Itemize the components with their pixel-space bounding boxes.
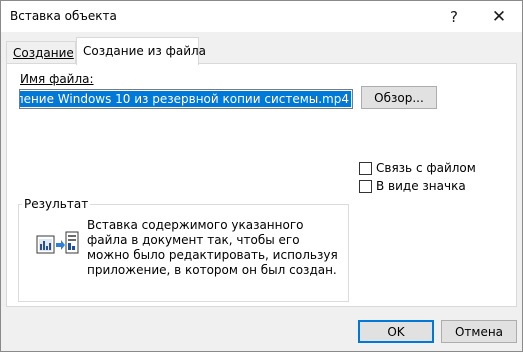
help-button[interactable]: ? (432, 1, 476, 32)
result-description: Вставка содержимого указанного файла в д… (87, 218, 338, 277)
link-to-file-checkbox[interactable] (359, 161, 372, 175)
cancel-button-label: Отмена (454, 324, 504, 339)
browse-button-label: Обзор... (374, 90, 424, 105)
display-as-icon-option[interactable]: В виде значка (359, 178, 466, 194)
tab-create-from-file-label: Создание из файла (83, 44, 207, 58)
title-bar: Вставка объекта ? ✕ (1, 1, 522, 32)
dialog-title: Вставка объекта (10, 9, 117, 23)
close-icon: ✕ (491, 6, 507, 27)
help-icon: ? (450, 7, 458, 26)
result-legend: Результат (22, 197, 91, 211)
result-group: Результат Вставка содержимого указанного… (18, 197, 349, 302)
ok-button[interactable]: OK (358, 320, 434, 343)
tab-create-label: Создание (13, 46, 74, 60)
insert-object-dialog: Вставка объекта ? ✕ Создание Создание из… (0, 0, 523, 352)
tab-panel: Имя файла: сстановление Windows 10 из ре… (6, 63, 517, 307)
insert-object-icon (36, 231, 79, 254)
link-to-file-option[interactable]: Связь с файлом (359, 160, 476, 176)
tab-create[interactable]: Создание (6, 41, 76, 64)
ok-button-label: OK (387, 324, 405, 339)
close-button[interactable]: ✕ (477, 1, 521, 32)
display-as-icon-checkbox[interactable] (359, 179, 372, 193)
cancel-button[interactable]: Отмена (441, 320, 517, 343)
display-as-icon-label: В виде значка (376, 179, 466, 193)
file-name-label: Имя файла: (20, 72, 94, 86)
file-name-selected-text: сстановление Windows 10 из резервной коп… (20, 91, 351, 107)
tab-create-from-file[interactable]: Создание из файла (76, 37, 206, 65)
browse-button[interactable]: Обзор... (361, 86, 437, 109)
link-to-file-label: Связь с файлом (376, 161, 476, 175)
file-name-input[interactable]: сстановление Windows 10 из резервной коп… (19, 89, 353, 109)
